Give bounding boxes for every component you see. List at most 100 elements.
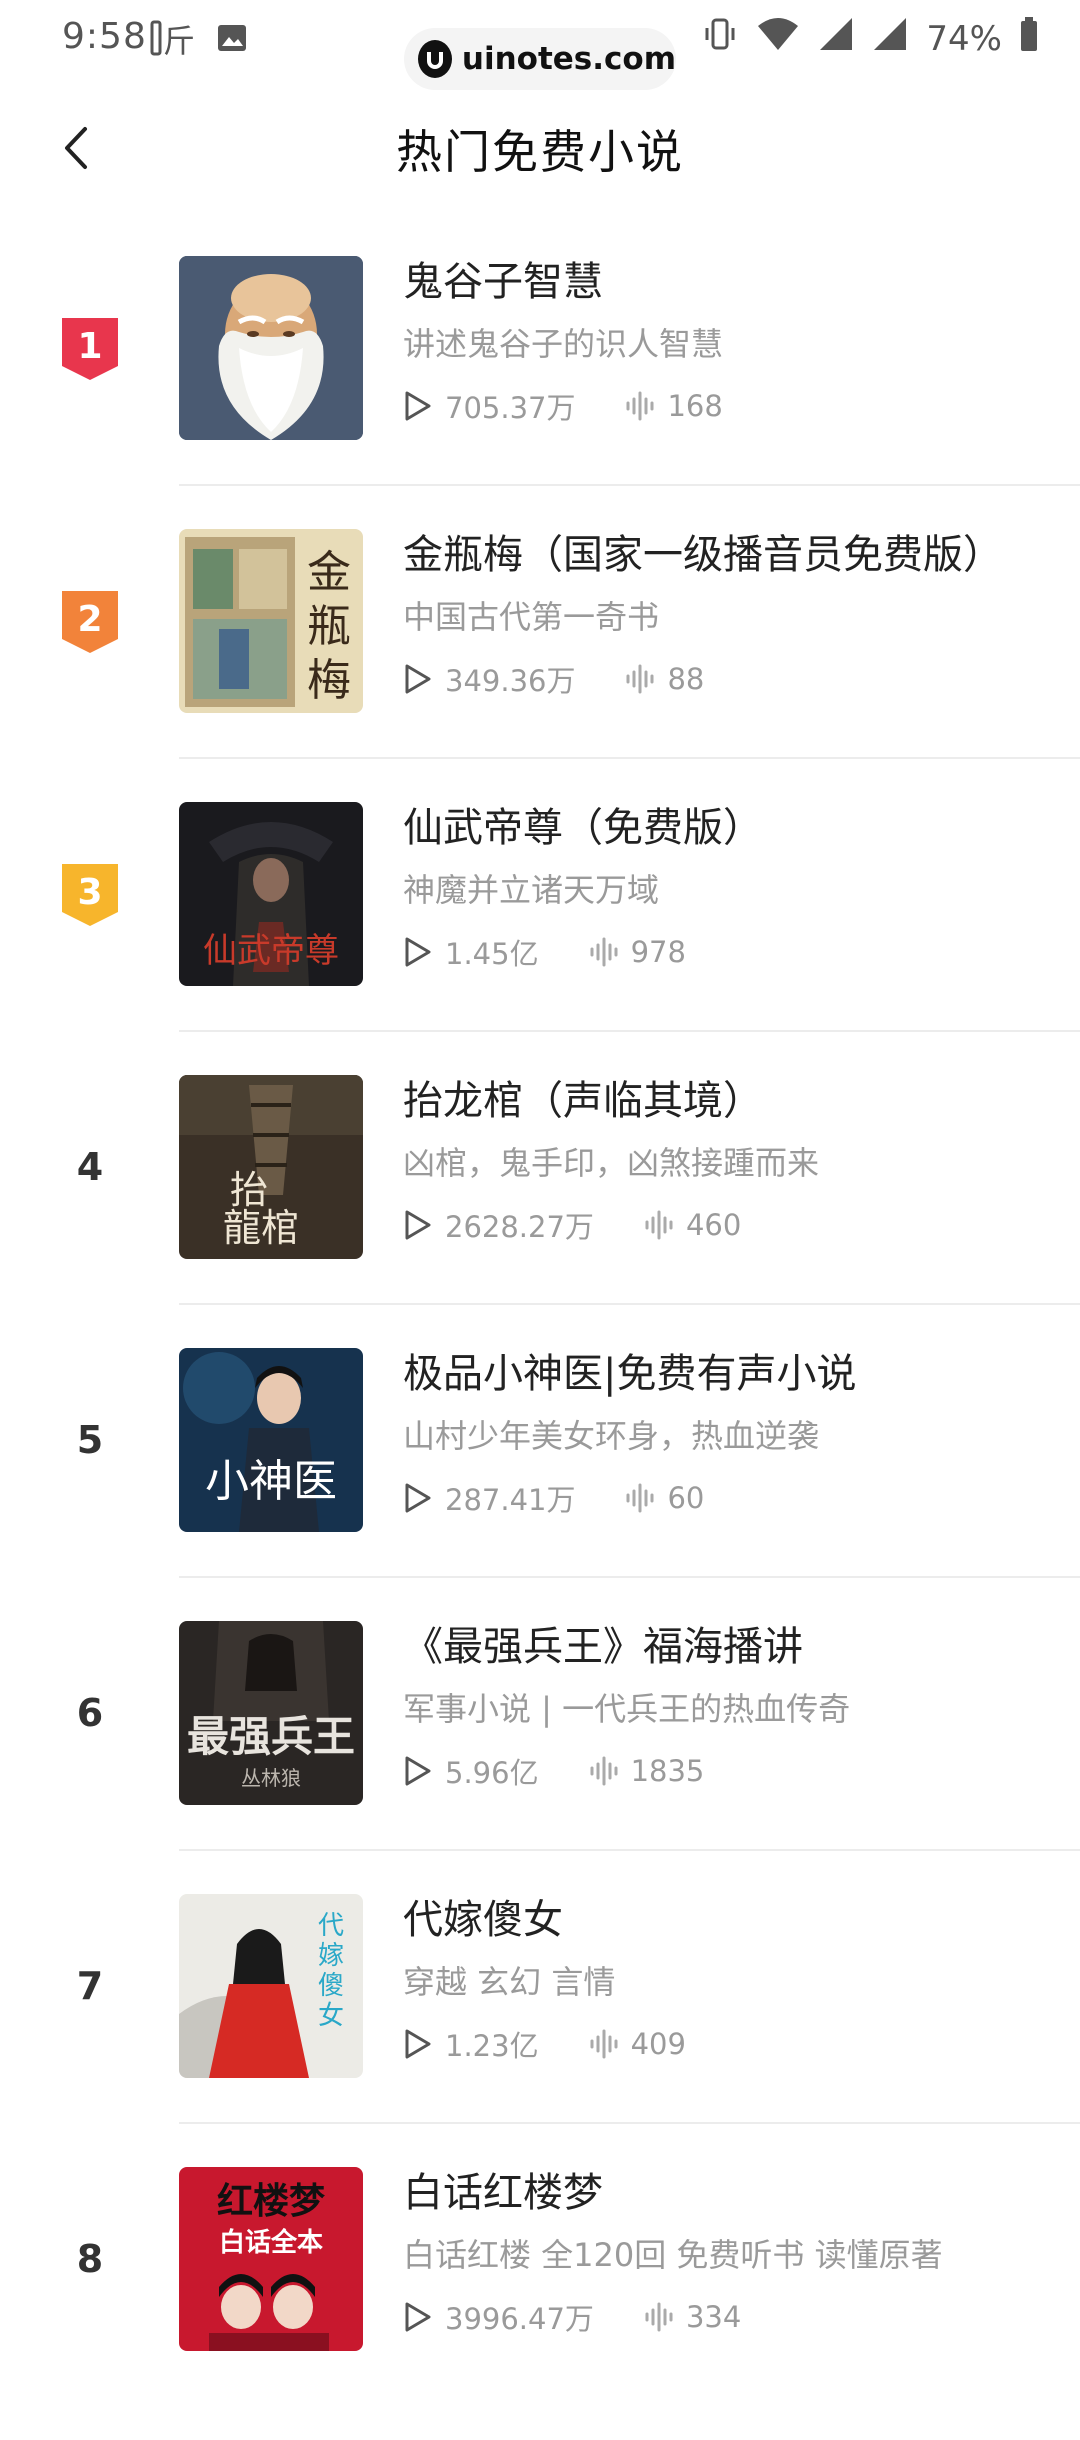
item-stats: 1.45亿 978 [403,932,1060,972]
list-item[interactable]: 1 鬼谷子智慧 讲述鬼谷子的识人智慧 705.37万 168 [0,256,1080,529]
divider [179,1030,1080,1032]
list-item[interactable]: 5 小神医 极品小神医|免费有声小说 山村少年美女环身，热血逆袭 287.41万 [0,1348,1080,1621]
signal-icon [818,16,854,61]
wifi-icon [756,16,800,61]
play-count: 705.37万 [403,385,575,427]
list-item[interactable]: 6 最强兵王 丛林狼 《最强兵王》福海播讲 军事小说 | 一代兵王的热血传奇 5… [0,1621,1080,1894]
listen-app-icon: 斤 [150,18,195,62]
play-count-value: 3996.47万 [445,2302,594,2336]
divider [179,1849,1080,1851]
audio-wave-icon [626,664,654,694]
status-left-icons: 斤 [150,18,248,62]
play-count-value: 1.45亿 [445,937,539,971]
rank-badge-3-icon: 3 [62,864,118,926]
rank-number: 8 [76,2237,104,2281]
rank-indicator: 3 [50,802,130,986]
rank-indicator: 1 [50,256,130,440]
track-count: 1835 [589,1754,705,1788]
svg-text:梅: 梅 [307,655,351,706]
play-count: 349.36万 [403,658,575,700]
signal-icon-2 [872,16,908,61]
rank-indicator: 2 [50,529,130,713]
rank-number: 2 [77,599,102,640]
status-time: 9:58 [62,16,147,57]
play-count: 1.45亿 [403,931,539,973]
svg-text:瓶: 瓶 [307,601,351,652]
svg-text:最强兵王: 最强兵王 [187,1712,355,1761]
play-count: 5.96亿 [403,1750,539,1792]
item-stats: 5.96亿 1835 [403,1751,1060,1791]
item-info: 代嫁傻女 穿越 玄幻 言情 1.23亿 409 [403,1894,1060,2064]
svg-text:斤: 斤 [163,22,194,58]
book-cover: 小神医 [179,1348,363,1532]
play-count-value: 5.96亿 [445,1756,539,1790]
play-icon [405,2302,431,2332]
rank-badge-1-icon: 1 [62,318,118,380]
play-count-value: 2628.27万 [445,1210,594,1244]
page-title: 热门免费小说 [396,125,684,179]
item-description: 山村少年美女环身，热血逆袭 [403,1417,820,1455]
list-item[interactable]: 2 金 瓶 梅 金瓶梅（国家一级播音员免费版） 中国古代第一奇书 349.36万… [0,529,1080,802]
watermark-text: uinotes.com [461,41,676,77]
book-cover: 代 嫁 傻 女 [179,1894,363,2078]
item-title: 抬龙棺（声临其境） [403,1078,763,1124]
play-count-value: 349.36万 [445,664,576,698]
list-item[interactable]: 8 红楼梦 白话全本 白话红楼梦 白话红楼 全120回 免费听书 读懂原著 39… [0,2167,1080,2440]
play-icon [405,1483,431,1513]
audio-wave-icon [590,2029,618,2059]
book-cover: 仙武帝尊 [179,802,363,986]
svg-text:金: 金 [307,547,351,598]
track-count: 88 [625,662,704,696]
track-count: 168 [625,389,723,423]
play-icon [405,1756,431,1786]
track-count-value: 1835 [630,1754,705,1788]
uinotes-logo-icon [418,40,452,78]
svg-text:丛林狼: 丛林狼 [241,1766,301,1790]
svg-text:代: 代 [318,1911,344,1941]
book-cover: 抬 龍棺 [179,1075,363,1259]
rank-number: 6 [76,1691,104,1735]
vibrate-icon [702,16,738,61]
track-count: 334 [644,2300,741,2334]
list-item[interactable]: 3 仙武帝尊 仙武帝尊（免费版） 神魔并立诸天万域 1.45亿 978 [0,802,1080,1075]
svg-text:红楼梦: 红楼梦 [217,2181,325,2222]
divider [179,2122,1080,2124]
item-description: 凶棺，鬼手印，凶煞接踵而来 [403,1144,820,1182]
item-description: 穿越 玄幻 言情 [403,1963,616,2001]
svg-text:女: 女 [318,2001,344,2031]
item-info: 《最强兵王》福海播讲 军事小说 | 一代兵王的热血传奇 5.96亿 1835 [403,1621,1060,1791]
item-description: 讲述鬼谷子的识人智慧 [403,325,724,363]
audio-wave-icon [626,1483,654,1513]
rank-indicator: 6 [50,1621,130,1805]
track-count: 60 [625,1481,704,1515]
status-bar: 9:58 斤 uinotes.com 74% [0,0,1080,90]
item-title: 白话红楼梦 [403,2170,603,2216]
svg-text:傻: 傻 [318,1971,344,2001]
play-count-value: 287.41万 [445,1483,576,1517]
rank-indicator: 8 [50,2167,130,2351]
list-item[interactable]: 4 抬 龍棺 抬龙棺（声临其境） 凶棺，鬼手印，凶煞接踵而来 2628.27万 [0,1075,1080,1348]
divider [179,1576,1080,1578]
play-icon [405,2029,431,2059]
watermark-badge: uinotes.com [404,28,676,90]
svg-text:仙武帝尊: 仙武帝尊 [203,931,339,971]
item-title: 金瓶梅（国家一级播音员免费版） [403,532,1003,578]
item-stats: 3996.47万 334 [403,2297,1060,2337]
item-stats: 287.41万 60 [403,1478,1060,1518]
item-description: 军事小说 | 一代兵王的热血传奇 [403,1690,851,1728]
rank-number: 4 [76,1145,104,1189]
item-stats: 2628.27万 460 [403,1205,1060,1245]
item-info: 金瓶梅（国家一级播音员免费版） 中国古代第一奇书 349.36万 88 [403,529,1060,699]
divider [179,1303,1080,1305]
book-cover: 金 瓶 梅 [179,529,363,713]
item-info: 白话红楼梦 白话红楼 全120回 免费听书 读懂原著 3996.47万 334 [403,2167,1060,2337]
item-title: 《最强兵王》福海播讲 [403,1624,803,1670]
list-item[interactable]: 7 代 嫁 傻 女 代嫁傻女 穿越 玄幻 言情 1.23亿 409 [0,1894,1080,2167]
play-count: 287.41万 [403,1477,575,1519]
play-icon [405,937,431,967]
play-icon [405,1210,431,1240]
rank-number: 3 [77,872,102,913]
track-count-value: 88 [667,662,705,696]
rank-number: 1 [77,326,102,367]
item-stats: 1.23亿 409 [403,2024,1060,2064]
